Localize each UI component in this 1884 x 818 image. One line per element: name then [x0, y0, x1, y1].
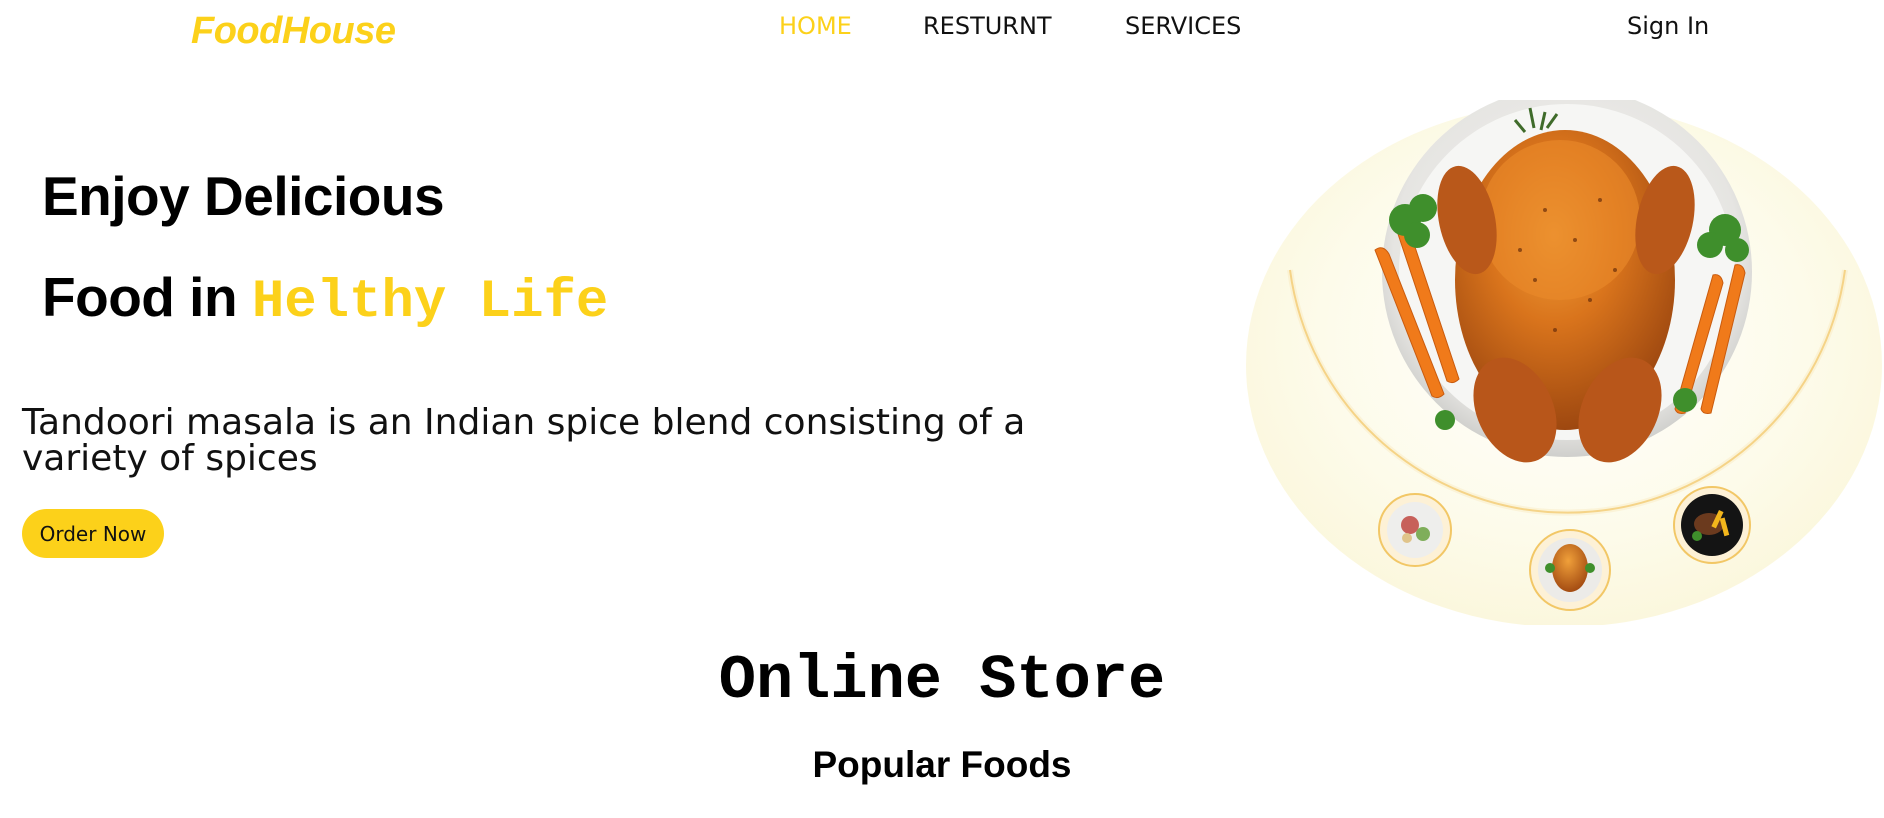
salad-dish-thumbnail[interactable] [1378, 493, 1452, 567]
hero-heading-accent: Helthy Life [251, 272, 609, 333]
hero-description: Tandoori masala is an Indian spice blend… [22, 402, 1026, 479]
roast-chicken-plate-image [1246, 87, 1882, 627]
section-subtitle: Popular Foods [812, 744, 1072, 785]
hero-heading-prefix: Food in [42, 266, 238, 328]
order-now-button[interactable]: Order Now [22, 509, 164, 558]
chicken-dish-thumbnail[interactable] [1529, 529, 1611, 611]
main-nav: HOME RESTURNT SERVICES [0, 12, 1884, 52]
sign-in-link[interactable]: Sign In [1627, 12, 1709, 40]
nav-services[interactable]: SERVICES [1125, 12, 1241, 40]
hero-heading-line2: Food in Helthy Life [42, 265, 608, 333]
hero-heading-line1: Enjoy Delicious [42, 165, 445, 227]
hero-food-illustration [1245, 87, 1884, 627]
nav-restaurant[interactable]: RESTURNT [923, 12, 1052, 40]
steak-dish-thumbnail[interactable] [1673, 486, 1751, 564]
section-title: Online Store [718, 645, 1166, 716]
nav-home[interactable]: HOME [779, 12, 852, 40]
